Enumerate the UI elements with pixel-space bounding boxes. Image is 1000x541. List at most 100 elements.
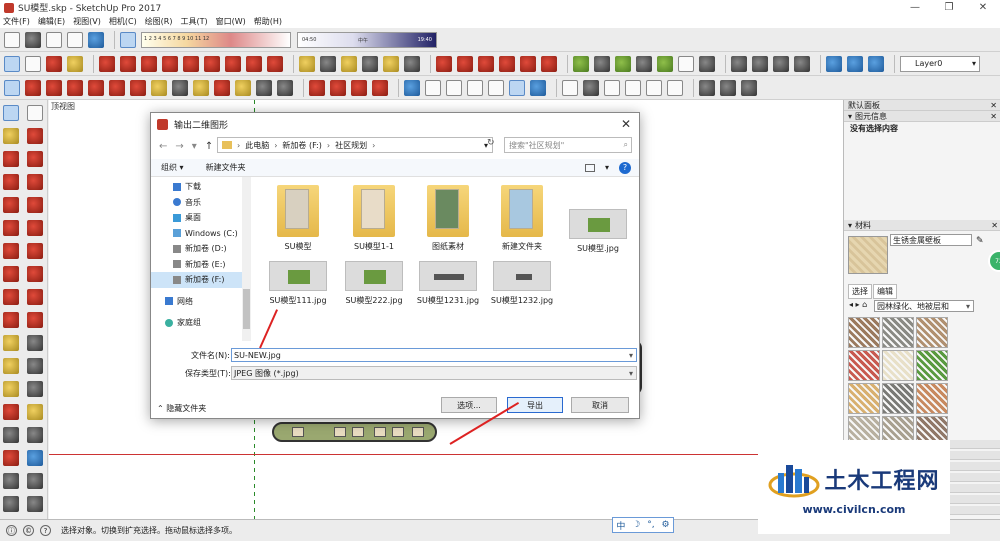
breadcrumb-community-plan[interactable]: 社区规划 [335, 140, 367, 151]
material-swatch[interactable] [848, 383, 880, 414]
breadcrumb-drive-f[interactable]: 新加卷 (F:) [282, 140, 321, 151]
instructor-icon[interactable]: ? [40, 525, 51, 536]
text-tool-icon[interactable] [362, 55, 378, 72]
material-swatch[interactable] [848, 317, 880, 348]
orbit-icon[interactable] [731, 55, 747, 72]
pencil-icon[interactable] [46, 79, 62, 96]
zoom-icon[interactable] [773, 55, 789, 72]
ime-toolbar[interactable]: 中 ☽ °, ⚙ [612, 517, 674, 533]
offset-tool-icon[interactable] [27, 312, 43, 328]
tape-tool-icon[interactable] [3, 335, 19, 351]
ime-chinese-mode[interactable]: 中 [616, 519, 625, 532]
pan-tool-icon[interactable] [27, 404, 43, 420]
axes-icon[interactable] [383, 55, 399, 72]
dimension-icon[interactable] [320, 55, 336, 72]
material-swatch[interactable] [882, 317, 914, 348]
filename-input[interactable]: SU-NEW.jpg [231, 348, 637, 362]
rotated-rect-tool-icon[interactable] [27, 174, 43, 190]
layout-icon[interactable] [372, 79, 388, 96]
pie-small-icon[interactable] [130, 79, 146, 96]
pie-icon[interactable] [267, 55, 283, 72]
monochrome-icon[interactable] [530, 79, 546, 96]
extension-warehouse-icon[interactable] [351, 79, 367, 96]
tab-edit[interactable]: 编辑 [873, 284, 897, 299]
drape-icon[interactable] [657, 55, 673, 72]
move-icon[interactable] [436, 55, 452, 72]
material-swatch[interactable] [882, 350, 914, 381]
materials-header[interactable]: ▾ 材料 ✕ [844, 220, 1000, 231]
file-item[interactable]: SU模型 [263, 185, 333, 252]
2pt-arc-tool-icon[interactable] [27, 220, 43, 236]
polygon-tool-icon[interactable] [27, 197, 43, 213]
3pt-arc-tool-icon[interactable] [3, 243, 19, 259]
component-icon[interactable] [4, 31, 20, 48]
cancel-button[interactable]: 取消 [571, 397, 629, 413]
recent-dropdown-icon[interactable]: ▾ [192, 141, 197, 152]
refresh-icon[interactable]: ↻ [487, 138, 495, 148]
pushpull-tool-icon[interactable] [27, 266, 43, 282]
freehand-icon[interactable] [120, 55, 136, 72]
section-plane-tool-icon[interactable] [27, 496, 43, 512]
top-view-icon[interactable] [583, 79, 599, 96]
offset-icon[interactable] [541, 55, 557, 72]
circle-tool-icon[interactable] [3, 197, 19, 213]
3dtext-tool-icon[interactable] [27, 381, 43, 397]
rotated-rectangle-icon[interactable] [162, 55, 178, 72]
address-bar[interactable]: › 此电脑 › 新加卷 (F:) › 社区规划 › ▾ [217, 137, 493, 153]
file-item[interactable]: SU模型1-1 [339, 185, 409, 252]
text-small-icon[interactable] [172, 79, 188, 96]
left-view-icon[interactable] [667, 79, 683, 96]
eraser-tool-icon[interactable] [27, 128, 43, 144]
organize-button[interactable]: 组织 ▾ [161, 162, 184, 173]
tree-item-drive-d[interactable]: 新加卷 (D:) [151, 241, 250, 257]
protractor-icon[interactable] [341, 55, 357, 72]
dimension-tool-icon[interactable] [27, 335, 43, 351]
two-point-arc-icon[interactable] [246, 55, 262, 72]
file-item[interactable]: SU模型1232.jpg [487, 261, 557, 306]
paint-small-icon[interactable] [193, 79, 209, 96]
make-component-icon[interactable] [25, 55, 41, 72]
component-small-icon[interactable] [27, 105, 43, 121]
tree-item-drive-c[interactable]: Windows (C:) [151, 226, 250, 242]
move-tool-icon[interactable] [3, 266, 19, 282]
orbit-tool-icon[interactable] [3, 404, 19, 420]
dialog-close-icon[interactable]: ✕ [621, 117, 631, 131]
back-edges-icon[interactable] [425, 79, 441, 96]
look-around-icon[interactable] [27, 473, 43, 489]
circle-small-icon[interactable] [109, 79, 125, 96]
position-camera-icon[interactable] [3, 473, 19, 489]
tree-item-music[interactable]: 音乐 [151, 195, 250, 211]
eraser-small-icon[interactable] [25, 79, 41, 96]
line-tool-icon[interactable] [99, 55, 115, 72]
zoom-extents-tool-icon[interactable] [3, 450, 19, 466]
xray-icon[interactable] [404, 79, 420, 96]
tree-item-downloads[interactable]: 下载 [151, 179, 250, 195]
entity-info-close-icon[interactable]: ✕ [990, 112, 997, 121]
materials-close-icon[interactable]: ✕ [991, 221, 998, 230]
protractor-tool-icon[interactable] [3, 358, 19, 374]
entity-info-header[interactable]: ▾ 图元信息 ✕ [844, 111, 1000, 122]
material-collection-select[interactable]: 园林绿化、地被层和 [874, 300, 974, 312]
text-tool-small-icon[interactable] [27, 358, 43, 374]
3d-text-icon[interactable] [404, 55, 420, 72]
search-input[interactable]: 搜索"社区规划" ⌕ [504, 137, 632, 153]
zoom-small-icon[interactable] [256, 79, 272, 96]
warehouse-red-icon[interactable] [309, 79, 325, 96]
flip-edge-icon[interactable] [699, 55, 715, 72]
rectangle-icon[interactable] [141, 55, 157, 72]
warehouse-icon[interactable] [88, 31, 104, 48]
shadow-toggle-icon[interactable] [120, 31, 136, 48]
back-view-icon[interactable] [646, 79, 662, 96]
menu-file[interactable]: 文件(F) [3, 16, 30, 27]
add-detail-icon[interactable] [678, 55, 694, 72]
pan-icon[interactable] [752, 55, 768, 72]
front-view-icon[interactable] [604, 79, 620, 96]
file-item[interactable]: SU模型1231.jpg [413, 261, 483, 306]
eyedropper-icon[interactable]: ✎ [976, 236, 984, 246]
circle-icon[interactable] [183, 55, 199, 72]
scale-icon[interactable] [520, 55, 536, 72]
tape-small-icon[interactable] [151, 79, 167, 96]
close-button[interactable]: ✕ [966, 0, 1000, 15]
credits-icon[interactable]: © [23, 525, 34, 536]
axes-tool-icon[interactable] [3, 381, 19, 397]
